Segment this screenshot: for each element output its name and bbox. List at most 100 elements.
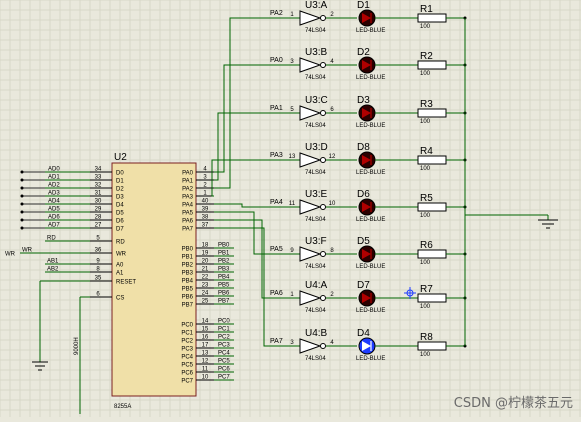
net-label-pb3: PB3 xyxy=(218,267,230,273)
chip-pin-num: 21 xyxy=(202,267,209,273)
gate-out-pin: 2 xyxy=(330,12,334,18)
gate-in-pin: 13 xyxy=(289,154,296,160)
gate-out-pin: 8 xyxy=(330,248,334,254)
net-label-pb0: PB0 xyxy=(218,243,230,249)
gate-out-pin: 10 xyxy=(329,201,336,207)
resistor-symbol[interactable] xyxy=(418,294,446,302)
chip-pin-name-reset: RESET xyxy=(116,280,136,286)
bus-label-ad7: AD7 xyxy=(48,223,60,229)
resistor-symbol[interactable] xyxy=(418,156,446,164)
gate-ref: U4:A xyxy=(305,280,328,291)
chip-pin-num: 18 xyxy=(202,243,209,249)
gate-ref: U3:F xyxy=(305,236,327,247)
chip-pin-num: 24 xyxy=(202,291,209,297)
chip-pin-name-pa3: PA3 xyxy=(182,195,194,201)
net-label-pc6: PC6 xyxy=(218,367,230,373)
gate-part: 74LS04 xyxy=(305,217,326,223)
chip-pin-name-pb7: PB7 xyxy=(182,303,194,309)
resistor-symbol[interactable] xyxy=(418,61,446,69)
res-ref: R6 xyxy=(420,240,433,251)
chip-pin-num: 12 xyxy=(202,359,209,365)
chip-pin-name-pc7: PC7 xyxy=(181,379,193,385)
net-label-pb5: PB5 xyxy=(218,283,230,289)
chip-pin-num: 11 xyxy=(202,367,209,373)
bus-label-addr: 9000H xyxy=(74,337,80,355)
gate-part: 74LS04 xyxy=(305,170,326,176)
res-value: 100 xyxy=(420,352,431,358)
chip-pin-name-pc2: PC2 xyxy=(181,339,193,345)
bus-node xyxy=(21,211,24,214)
chip-pin-num: 30 xyxy=(95,199,102,205)
bus-node xyxy=(21,171,24,174)
inverter-bubble xyxy=(321,296,326,301)
bus-node xyxy=(21,179,24,182)
chip-pin-num: 32 xyxy=(95,183,102,189)
inverter-bubble xyxy=(321,158,326,163)
resistor-symbol[interactable] xyxy=(418,250,446,258)
net-label-pc0: PC0 xyxy=(218,319,230,325)
led-part: LED-BLUE xyxy=(356,308,385,314)
chip-pin-name-pa2: PA2 xyxy=(182,187,194,193)
wire-pa-to-gate xyxy=(214,204,300,207)
chip-pin-num: 15 xyxy=(202,327,209,333)
chip-pin-name-pb3: PB3 xyxy=(182,271,194,277)
chip-pin-name-d4: D4 xyxy=(116,203,124,209)
chip-pin-num: 28 xyxy=(95,215,102,221)
gate-part: 74LS04 xyxy=(305,28,326,34)
bus-label-ad0: AD0 xyxy=(48,167,60,173)
gate-out-pin: 4 xyxy=(330,340,334,346)
wire-pa-to-gate xyxy=(214,65,300,172)
chip-ref: U2 xyxy=(114,152,127,163)
gate-part: 74LS04 xyxy=(305,264,326,270)
gate-ref: U3:B xyxy=(305,47,328,58)
led-ref: D5 xyxy=(357,236,370,247)
net-label-pa0: PA0 xyxy=(270,57,283,64)
chip-pin-name-pb5: PB5 xyxy=(182,287,194,293)
wire-pa-to-gate xyxy=(214,18,300,188)
gate-part: 74LS04 xyxy=(305,308,326,314)
gate-in-pin: 1 xyxy=(290,292,294,298)
net-label-pb6: PB6 xyxy=(218,291,230,297)
led-part: LED-BLUE xyxy=(356,264,385,270)
chip-pin-num: 29 xyxy=(95,207,102,213)
chip-pin-name-pb4: PB4 xyxy=(182,279,194,285)
net-label-pc5: PC5 xyxy=(218,359,230,365)
chip-pin-num: 19 xyxy=(202,251,209,257)
bus-node xyxy=(21,227,24,230)
chip-pin-name-pb6: PB6 xyxy=(182,295,194,301)
chip-pin-name-pa5: PA5 xyxy=(182,211,194,217)
res-value: 100 xyxy=(420,119,431,125)
bus-label-ad2: AD2 xyxy=(48,183,60,189)
chip-pin-name-pc1: PC1 xyxy=(181,331,193,337)
chip-pin-name-pa7: PA7 xyxy=(182,227,194,233)
chip-pin-name-pc3: PC3 xyxy=(181,347,193,353)
resistor-symbol[interactable] xyxy=(418,14,446,22)
chip-pin-name-d0: D0 xyxy=(116,171,124,177)
net-label-pa7: PA7 xyxy=(270,338,283,345)
gate-out-pin: 2 xyxy=(330,292,334,298)
gate-part: 74LS04 xyxy=(305,356,326,362)
chip-pin-num: 31 xyxy=(95,191,102,197)
led-part: LED-BLUE xyxy=(356,28,385,34)
chip-pin-num: 22 xyxy=(202,275,209,281)
bus-label-ad6: AD6 xyxy=(48,215,60,221)
chip-pin-num: 37 xyxy=(202,223,209,229)
schematic-canvas[interactable]: U28255AD034D133D232D331D430D529D628D727R… xyxy=(0,0,581,417)
inverter-bubble xyxy=(321,16,326,21)
resistor-symbol[interactable] xyxy=(418,342,446,350)
chip-pin-num: 27 xyxy=(95,223,102,229)
gate-part: 74LS04 xyxy=(305,123,326,129)
resistor-symbol[interactable] xyxy=(418,203,446,211)
net-label-pc3: PC3 xyxy=(218,343,230,349)
res-value: 100 xyxy=(420,213,431,219)
net-label-pa3: PA3 xyxy=(270,152,283,159)
res-ref: R2 xyxy=(420,51,433,62)
bus-node xyxy=(21,203,24,206)
bus-label-ad5: AD5 xyxy=(48,207,60,213)
chip-pin-name-pc0: PC0 xyxy=(181,323,193,329)
net-label-pc1: PC1 xyxy=(218,327,230,333)
gate-ref: U3:E xyxy=(305,189,328,200)
res-value: 100 xyxy=(420,166,431,172)
resistor-symbol[interactable] xyxy=(418,109,446,117)
res-value: 100 xyxy=(420,71,431,77)
